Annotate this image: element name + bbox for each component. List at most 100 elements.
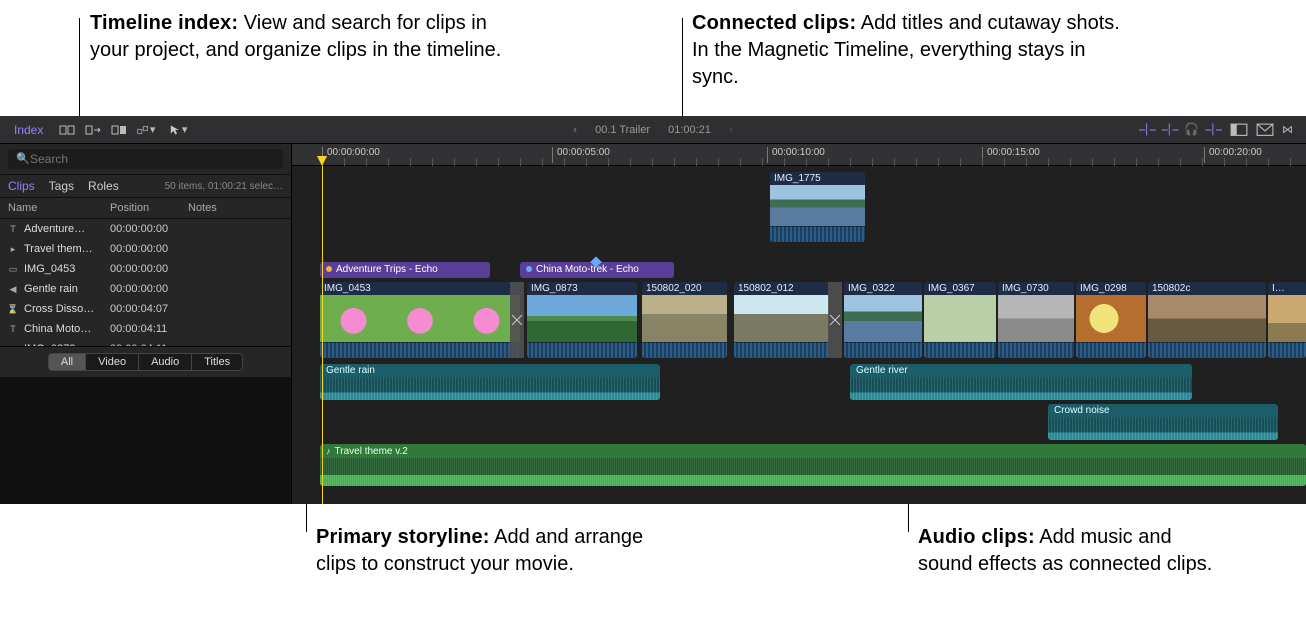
callout-audio-clips: Audio clips: Add music and sound effects… <box>918 524 1218 578</box>
primary-clip[interactable]: I… <box>1268 282 1306 358</box>
clip-label: 150802_020 <box>642 282 727 295</box>
project-name: 00.1 Trailer <box>595 124 650 136</box>
row-type-icon: ⌛ <box>6 304 20 315</box>
row-position: 00:00:04:07 <box>110 303 188 315</box>
row-type-icon: T <box>6 224 20 234</box>
project-info: ‹ 00.1 Trailer 01:00:21 › <box>573 124 732 136</box>
playhead[interactable] <box>322 166 323 504</box>
solo-icon[interactable]: 🎧 <box>1184 122 1199 137</box>
ruler-tick: 00:00:00:00 <box>322 147 380 163</box>
timeline-index-panel: 🔍 Clips Tags Roles 50 items, 01:00:21 se… <box>0 144 292 504</box>
append-icon[interactable] <box>85 123 103 137</box>
audio-clip[interactable]: Gentle rain <box>320 364 660 400</box>
row-type-icon: ▭ <box>6 264 20 275</box>
audio-clip[interactable]: Crowd noise <box>1048 404 1278 440</box>
filter-titles[interactable]: Titles <box>192 354 242 370</box>
tab-clips[interactable]: Clips <box>8 179 35 193</box>
index-info: 50 items, 01:00:21 selec… <box>165 181 283 192</box>
clip-label: Crowd noise <box>1048 404 1278 418</box>
connected-video-clip[interactable]: IMG_1775 <box>770 172 865 242</box>
audio-skimming-icon[interactable]: ⎯⎢⎯ <box>1162 122 1179 137</box>
skimming-icon[interactable]: ⎯⎢⎯ <box>1139 122 1156 137</box>
col-notes[interactable]: Notes <box>188 202 291 214</box>
index-row[interactable]: T China Moto… 00:00:04:11 <box>0 319 291 339</box>
mail-icon[interactable] <box>1256 123 1274 137</box>
transition-icon[interactable] <box>510 282 524 358</box>
row-name: IMG_0453 <box>20 263 110 275</box>
snap-icon[interactable]: ⎯⎢⎯ <box>1205 122 1222 137</box>
timeline-panel: Index ▾ ▾ ‹ 00.1 Trailer 01:00:21 › ⎯⎢⎯ … <box>0 116 1306 504</box>
transition-icon[interactable] <box>828 282 842 358</box>
filter-audio[interactable]: Audio <box>139 354 192 370</box>
row-position: 00:00:00:00 <box>110 283 188 295</box>
row-name: Adventure… <box>20 223 110 235</box>
connect-icon[interactable]: ▾ <box>137 123 155 137</box>
music-clip[interactable]: ♪Travel theme v.2 <box>320 444 1306 486</box>
layout-icon[interactable] <box>1230 123 1248 137</box>
primary-clip[interactable]: IMG_0367 <box>924 282 996 358</box>
col-name[interactable]: Name <box>0 202 110 214</box>
ruler-tick: 00:00:20:00 <box>1204 147 1262 163</box>
time-ruler[interactable]: 00:00:00:0000:00:05:0000:00:10:0000:00:1… <box>292 144 1306 166</box>
tab-tags[interactable]: Tags <box>49 179 74 193</box>
row-position: 00:00:04:11 <box>110 323 188 335</box>
index-search: 🔍 <box>0 144 291 175</box>
ruler-tick: 00:00:10:00 <box>767 147 825 163</box>
nav-prev-icon[interactable]: ‹ <box>573 124 577 136</box>
clip-label: IMG_0873 <box>527 282 637 295</box>
nav-next-icon[interactable]: › <box>729 124 733 136</box>
index-tab-row: Clips Tags Roles 50 items, 01:00:21 sele… <box>0 175 291 198</box>
index-button[interactable]: Index <box>6 121 51 139</box>
tab-roles[interactable]: Roles <box>88 179 119 193</box>
clip-label: IMG_1775 <box>770 172 865 185</box>
index-columns: Name Position Notes <box>0 198 291 219</box>
clip-label: IMG_0453 <box>320 282 520 295</box>
search-input[interactable] <box>8 149 283 169</box>
timeline-toolbar: Index ▾ ▾ ‹ 00.1 Trailer 01:00:21 › ⎯⎢⎯ … <box>0 116 1306 144</box>
index-row[interactable]: ▭ IMG_0873 00:00:04:11 <box>0 339 291 346</box>
clip-label: IMG_0322 <box>844 282 922 295</box>
primary-clip[interactable]: 150802c <box>1148 282 1266 358</box>
row-position: 00:00:00:00 <box>110 263 188 275</box>
audio-clip[interactable]: Gentle river <box>850 364 1192 400</box>
index-row[interactable]: ⌛ Cross Disso… 00:00:04:07 <box>0 299 291 319</box>
primary-clip[interactable]: IMG_0453 <box>320 282 520 358</box>
row-name: Gentle rain <box>20 283 110 295</box>
clip-label: Gentle river <box>850 364 1192 378</box>
row-position: 00:00:00:00 <box>110 223 188 235</box>
select-tool-icon[interactable]: ▾ <box>169 123 187 137</box>
loop-icon[interactable]: ⋈ <box>1282 123 1300 137</box>
clip-label: I… <box>1268 282 1306 295</box>
filter-segment: All Video Audio Titles <box>48 353 243 371</box>
clip-label: IMG_0730 <box>998 282 1074 295</box>
project-duration: 01:00:21 <box>668 124 711 136</box>
index-rows: T Adventure… 00:00:00:00▸ Travel them… 0… <box>0 219 291 346</box>
clip-label: 150802c <box>1148 282 1266 295</box>
index-row[interactable]: ◀ Gentle rain 00:00:00:00 <box>0 279 291 299</box>
primary-clip[interactable]: 150802_020 <box>642 282 727 358</box>
row-type-icon: T <box>6 324 20 334</box>
filter-all[interactable]: All <box>49 354 86 370</box>
primary-clip[interactable]: IMG_0873 <box>527 282 637 358</box>
row-position: 00:00:00:00 <box>110 243 188 255</box>
clip-label: IMG_0367 <box>924 282 996 295</box>
index-filter-bar: All Video Audio Titles <box>0 346 291 377</box>
callout-timeline-index: Timeline index: View and search for clip… <box>90 10 510 64</box>
primary-clip[interactable]: 150802_012 <box>734 282 829 358</box>
primary-clip[interactable]: IMG_0298 <box>1076 282 1146 358</box>
filter-video[interactable]: Video <box>86 354 139 370</box>
timeline-area[interactable]: 00:00:00:0000:00:05:0000:00:10:0000:00:1… <box>292 144 1306 504</box>
row-name: Cross Disso… <box>20 303 110 315</box>
music-icon: ♪ <box>326 446 331 456</box>
clip-label: 150802_012 <box>734 282 829 295</box>
primary-clip[interactable]: IMG_0322 <box>844 282 922 358</box>
index-row[interactable]: ▭ IMG_0453 00:00:00:00 <box>0 259 291 279</box>
ruler-tick: 00:00:05:00 <box>552 147 610 163</box>
index-row[interactable]: ▸ Travel them… 00:00:00:00 <box>0 239 291 259</box>
insert-icon[interactable] <box>59 123 77 137</box>
title-clip[interactable]: Adventure Trips - Echo <box>320 262 490 278</box>
overwrite-icon[interactable] <box>111 123 129 137</box>
primary-clip[interactable]: IMG_0730 <box>998 282 1074 358</box>
col-position[interactable]: Position <box>110 202 188 214</box>
index-row[interactable]: T Adventure… 00:00:00:00 <box>0 219 291 239</box>
